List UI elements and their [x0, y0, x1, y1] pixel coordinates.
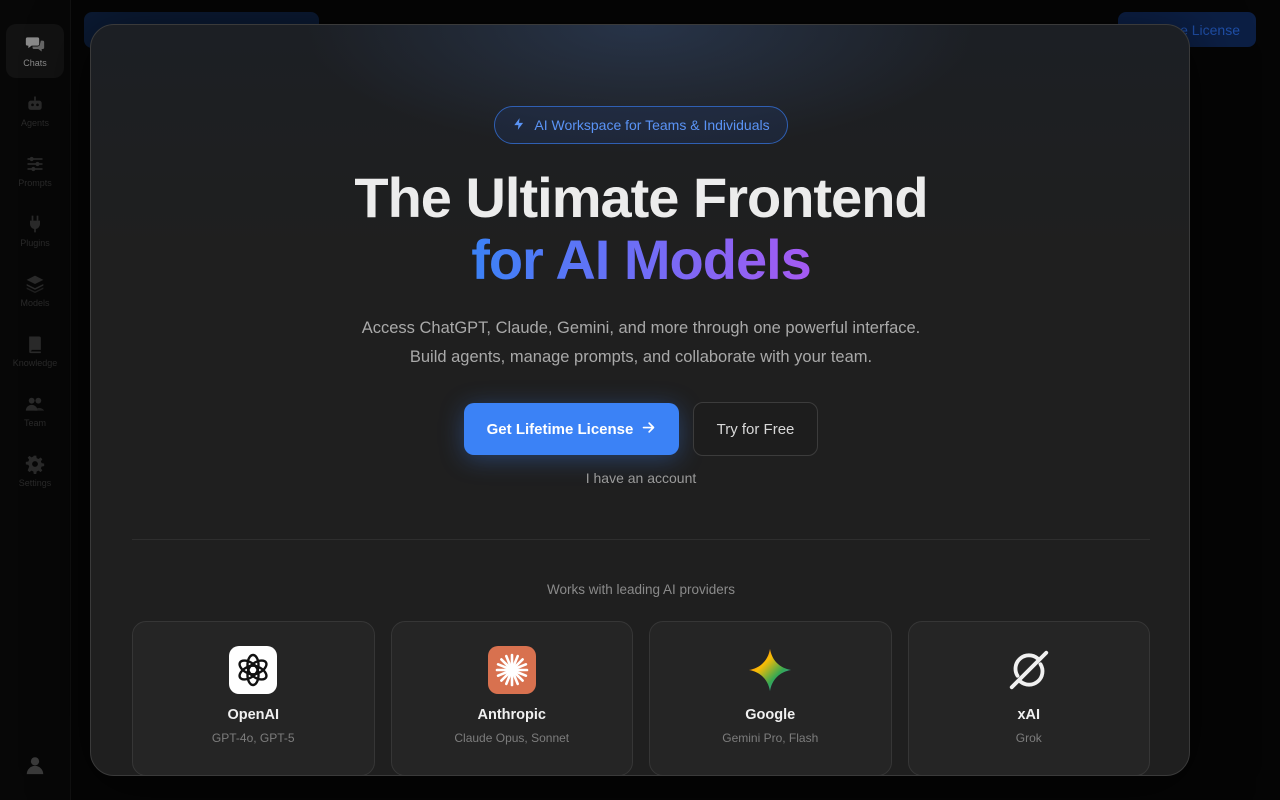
sidebar-item-label: Knowledge — [12, 358, 58, 368]
arrow-right-icon — [641, 420, 656, 439]
sidebar-item-label: Prompts — [18, 178, 52, 188]
provider-name: OpenAI — [227, 707, 280, 723]
book-icon — [25, 334, 45, 354]
provider-models: Claude Opus, Sonnet — [454, 731, 570, 745]
try-for-free-button[interactable]: Try for Free — [693, 402, 818, 456]
sidebar-item-label: Agents — [20, 118, 50, 128]
sidebar-item-label: Settings — [18, 478, 52, 488]
provider-name: xAI — [1017, 707, 1041, 723]
robot-icon — [25, 94, 45, 114]
sidebar-item-models[interactable]: Models — [6, 264, 64, 318]
provider-models: GPT-4o, GPT-5 — [211, 731, 295, 745]
team-icon — [25, 394, 45, 414]
sidebar: Chats Agents Prompts Plugins Models Know… — [0, 0, 71, 800]
headline-line-1: The Ultimate Frontend — [354, 166, 928, 229]
hero-subtitle: Access ChatGPT, Claude, Gemini, and more… — [91, 314, 1189, 372]
sidebar-item-chats[interactable]: Chats — [6, 24, 64, 78]
provider-card-xai: xAI Grok — [907, 621, 1150, 775]
providers-heading: Works with leading AI providers — [546, 582, 736, 597]
chat-icon — [25, 34, 45, 54]
headline-line-2: for AI Models — [471, 228, 812, 291]
openai-logo-icon — [229, 646, 278, 694]
have-account-link[interactable]: I have an account — [91, 470, 1189, 486]
anthropic-logo-icon — [487, 646, 536, 694]
xai-logo-icon — [1005, 646, 1053, 694]
sidebar-item-settings[interactable]: Settings — [6, 444, 64, 498]
user-icon[interactable] — [24, 754, 46, 776]
subtitle-line-2: Build agents, manage prompts, and collab… — [409, 348, 873, 366]
sidebar-item-knowledge[interactable]: Knowledge — [6, 324, 64, 378]
get-lifetime-license-button[interactable]: Get Lifetime License — [464, 403, 679, 455]
welcome-modal: AI Workspace for Teams & Individuals The… — [90, 24, 1190, 776]
sidebar-item-team[interactable]: Team — [6, 384, 64, 438]
sidebar-item-label: Models — [20, 298, 50, 308]
provider-card-google: Google Gemini Pro, Flash — [649, 621, 892, 775]
app-root: Chats Agents Prompts Plugins Models Know… — [0, 0, 1280, 800]
hero-headline: The Ultimate Frontend for AI Models — [91, 166, 1189, 291]
sidebar-item-label: Plugins — [20, 238, 50, 248]
sidebar-item-plugins[interactable]: Plugins — [6, 204, 64, 258]
provider-models: Grok — [1015, 731, 1042, 745]
provider-models: Gemini Pro, Flash — [722, 731, 819, 745]
sidebar-item-agents[interactable]: Agents — [6, 84, 64, 138]
provider-name: Google — [745, 707, 796, 723]
sidebar-item-label: Team — [23, 418, 46, 428]
lightning-icon — [512, 117, 526, 134]
layers-icon — [25, 274, 45, 294]
primary-button-label: Get Lifetime License — [486, 420, 634, 438]
sidebar-item-label: Chats — [23, 58, 47, 68]
provider-cards: OpenAI GPT-4o, GPT-5 Anthropic Claude Op… — [132, 621, 1150, 775]
gemini-logo-icon — [746, 646, 794, 694]
subtitle-line-1: Access ChatGPT, Claude, Gemini, and more… — [361, 319, 921, 337]
sliders-icon — [25, 154, 45, 174]
provider-name: Anthropic — [477, 707, 546, 723]
section-divider — [132, 539, 1150, 540]
feature-badge: AI Workspace for Teams & Individuals — [494, 106, 788, 144]
sidebar-item-prompts[interactable]: Prompts — [6, 144, 64, 198]
plug-icon — [25, 214, 45, 234]
badge-label: AI Workspace for Teams & Individuals — [534, 117, 770, 133]
secondary-button-label: Try for Free — [716, 420, 795, 438]
provider-card-anthropic: Anthropic Claude Opus, Sonnet — [390, 621, 633, 775]
provider-card-openai: OpenAI GPT-4o, GPT-5 — [132, 621, 375, 775]
gear-icon — [25, 454, 45, 474]
